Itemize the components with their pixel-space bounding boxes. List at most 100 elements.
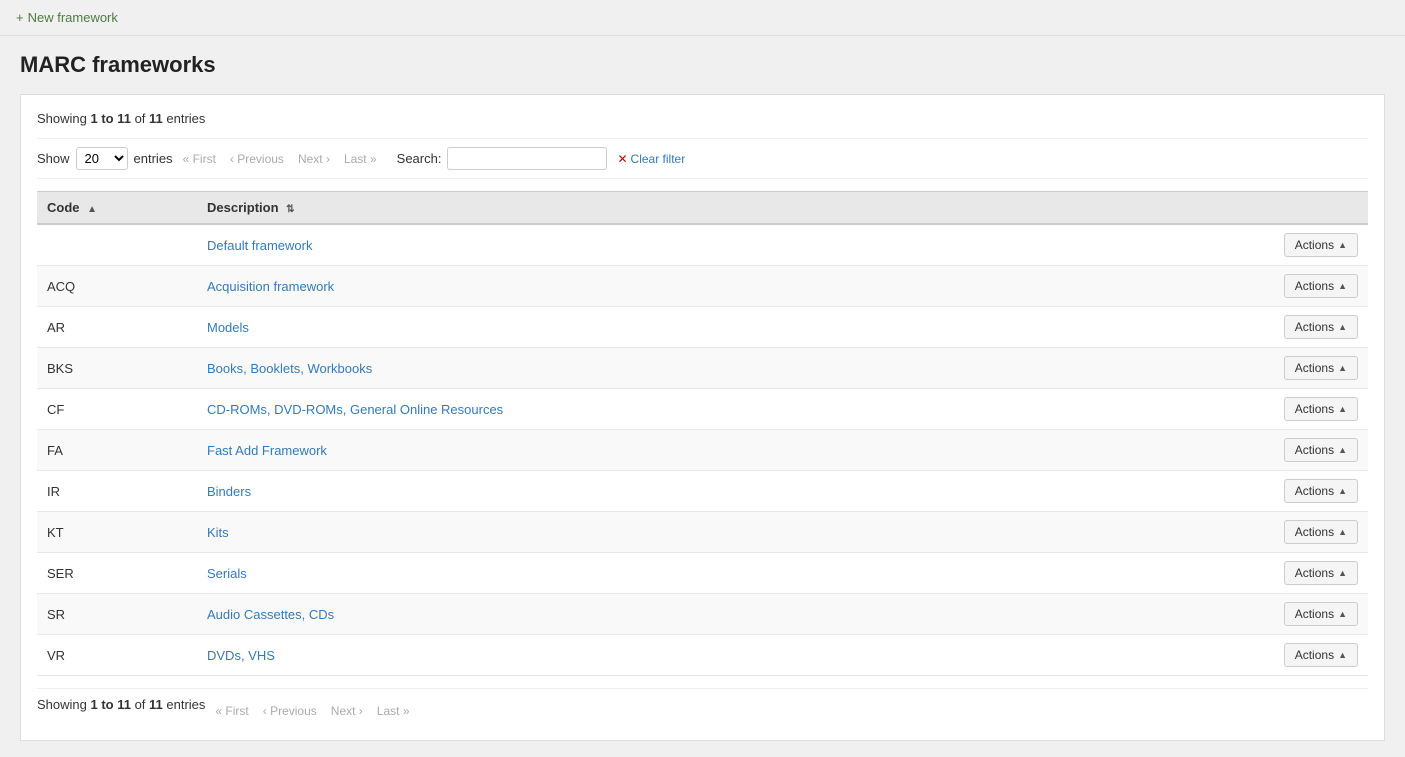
row-code: AR	[37, 307, 197, 348]
actions-caret-icon: ▲	[1338, 568, 1347, 578]
actions-caret-icon: ▲	[1338, 281, 1347, 291]
frameworks-table: Code ▲ Description ⇅ Default frameworkAc…	[37, 191, 1368, 676]
row-description[interactable]: Kits	[197, 512, 1238, 553]
table-row: ARModels Actions ▲	[37, 307, 1368, 348]
actions-label: Actions	[1295, 238, 1334, 252]
actions-button[interactable]: Actions ▲	[1284, 233, 1358, 257]
col-header-code[interactable]: Code ▲	[37, 192, 197, 225]
table-row: SERSerials Actions ▲	[37, 553, 1368, 594]
actions-button[interactable]: Actions ▲	[1284, 438, 1358, 462]
table-row: SRAudio Cassettes, CDs Actions ▲	[37, 594, 1368, 635]
actions-caret-icon: ▲	[1338, 322, 1347, 332]
row-description[interactable]: DVDs, VHS	[197, 635, 1238, 676]
showing-range: 1 to 11	[90, 111, 130, 126]
row-description[interactable]: Audio Cassettes, CDs	[197, 594, 1238, 635]
table-row: Default framework Actions ▲	[37, 224, 1368, 266]
actions-label: Actions	[1295, 484, 1334, 498]
row-actions-cell: Actions ▲	[1238, 471, 1368, 512]
row-description[interactable]: Serials	[197, 553, 1238, 594]
actions-label: Actions	[1295, 443, 1334, 457]
first-page-button[interactable]: « First	[179, 150, 220, 168]
last-page-button[interactable]: Last »	[340, 150, 381, 168]
row-description[interactable]: CD-ROMs, DVD-ROMs, General Online Resour…	[197, 389, 1238, 430]
row-actions-cell: Actions ▲	[1238, 594, 1368, 635]
bottom-showing-suffix: entries	[163, 697, 206, 712]
row-description[interactable]: Default framework	[197, 224, 1238, 266]
actions-caret-icon: ▲	[1338, 445, 1347, 455]
bottom-showing-range: 1 to 11	[90, 697, 130, 712]
sort-icon-code: ▲	[87, 204, 97, 215]
row-description[interactable]: Books, Booklets, Workbooks	[197, 348, 1238, 389]
actions-button[interactable]: Actions ▲	[1284, 602, 1358, 626]
showing-info-top: Showing 1 to 11 of 11 entries	[37, 111, 1368, 126]
row-code: CF	[37, 389, 197, 430]
actions-button[interactable]: Actions ▲	[1284, 315, 1358, 339]
table-row: BKSBooks, Booklets, Workbooks Actions ▲	[37, 348, 1368, 389]
row-actions-cell: Actions ▲	[1238, 307, 1368, 348]
row-code: VR	[37, 635, 197, 676]
showing-of: of	[131, 111, 149, 126]
actions-button[interactable]: Actions ▲	[1284, 274, 1358, 298]
actions-label: Actions	[1295, 607, 1334, 621]
row-code: SER	[37, 553, 197, 594]
table-container: Showing 1 to 11 of 11 entries Show 10 20…	[20, 94, 1385, 741]
table-row: KTKits Actions ▲	[37, 512, 1368, 553]
x-icon: ✕	[617, 152, 627, 166]
bottom-last-button[interactable]: Last »	[373, 702, 414, 720]
actions-label: Actions	[1295, 566, 1334, 580]
table-row: IRBinders Actions ▲	[37, 471, 1368, 512]
new-framework-link[interactable]: +New framework	[16, 10, 118, 25]
actions-button[interactable]: Actions ▲	[1284, 479, 1358, 503]
bottom-next-button[interactable]: Next ›	[327, 702, 367, 720]
table-row: VRDVDs, VHS Actions ▲	[37, 635, 1368, 676]
row-code: SR	[37, 594, 197, 635]
actions-button[interactable]: Actions ▲	[1284, 520, 1358, 544]
actions-caret-icon: ▲	[1338, 609, 1347, 619]
row-code: BKS	[37, 348, 197, 389]
actions-caret-icon: ▲	[1338, 486, 1347, 496]
page-title: MARC frameworks	[20, 52, 1385, 78]
actions-label: Actions	[1295, 525, 1334, 539]
col-desc-label: Description	[207, 200, 279, 215]
row-description[interactable]: Binders	[197, 471, 1238, 512]
row-actions-cell: Actions ▲	[1238, 512, 1368, 553]
entries-select[interactable]: 10 20 50 100	[76, 147, 128, 170]
actions-label: Actions	[1295, 279, 1334, 293]
showing-prefix: Showing	[37, 111, 90, 126]
plus-icon: +	[16, 10, 24, 25]
bottom-first-button[interactable]: « First	[211, 702, 252, 720]
showing-count: 11	[149, 111, 163, 126]
next-page-button[interactable]: Next ›	[294, 150, 334, 168]
actions-caret-icon: ▲	[1338, 363, 1347, 373]
previous-page-button[interactable]: ‹ Previous	[226, 150, 288, 168]
actions-label: Actions	[1295, 320, 1334, 334]
actions-button[interactable]: Actions ▲	[1284, 356, 1358, 380]
actions-button[interactable]: Actions ▲	[1284, 643, 1358, 667]
row-description[interactable]: Models	[197, 307, 1238, 348]
row-code	[37, 224, 197, 266]
row-actions-cell: Actions ▲	[1238, 266, 1368, 307]
actions-button[interactable]: Actions ▲	[1284, 561, 1358, 585]
actions-caret-icon: ▲	[1338, 527, 1347, 537]
actions-caret-icon: ▲	[1338, 404, 1347, 414]
row-description[interactable]: Acquisition framework	[197, 266, 1238, 307]
row-code: KT	[37, 512, 197, 553]
actions-label: Actions	[1295, 648, 1334, 662]
clear-filter-button[interactable]: ✕Clear filter	[613, 150, 689, 168]
table-header-row: Code ▲ Description ⇅	[37, 192, 1368, 225]
actions-label: Actions	[1295, 361, 1334, 375]
table-row: FAFast Add FrameworkActions ▲	[37, 430, 1368, 471]
bottom-showing-prefix: Showing	[37, 697, 90, 712]
row-code: IR	[37, 471, 197, 512]
row-description[interactable]: Fast Add Framework	[197, 430, 1238, 471]
search-input[interactable]	[447, 147, 607, 170]
row-actions-cell: Actions ▲	[1238, 389, 1368, 430]
table-row: ACQAcquisition frameworkActions ▲	[37, 266, 1368, 307]
main-content: MARC frameworks Showing 1 to 11 of 11 en…	[0, 36, 1405, 757]
col-header-description[interactable]: Description ⇅	[197, 192, 1238, 225]
actions-label: Actions	[1295, 402, 1334, 416]
top-bar: +New framework	[0, 0, 1405, 36]
showing-suffix: entries	[163, 111, 206, 126]
bottom-previous-button[interactable]: ‹ Previous	[259, 702, 321, 720]
actions-button[interactable]: Actions ▲	[1284, 397, 1358, 421]
